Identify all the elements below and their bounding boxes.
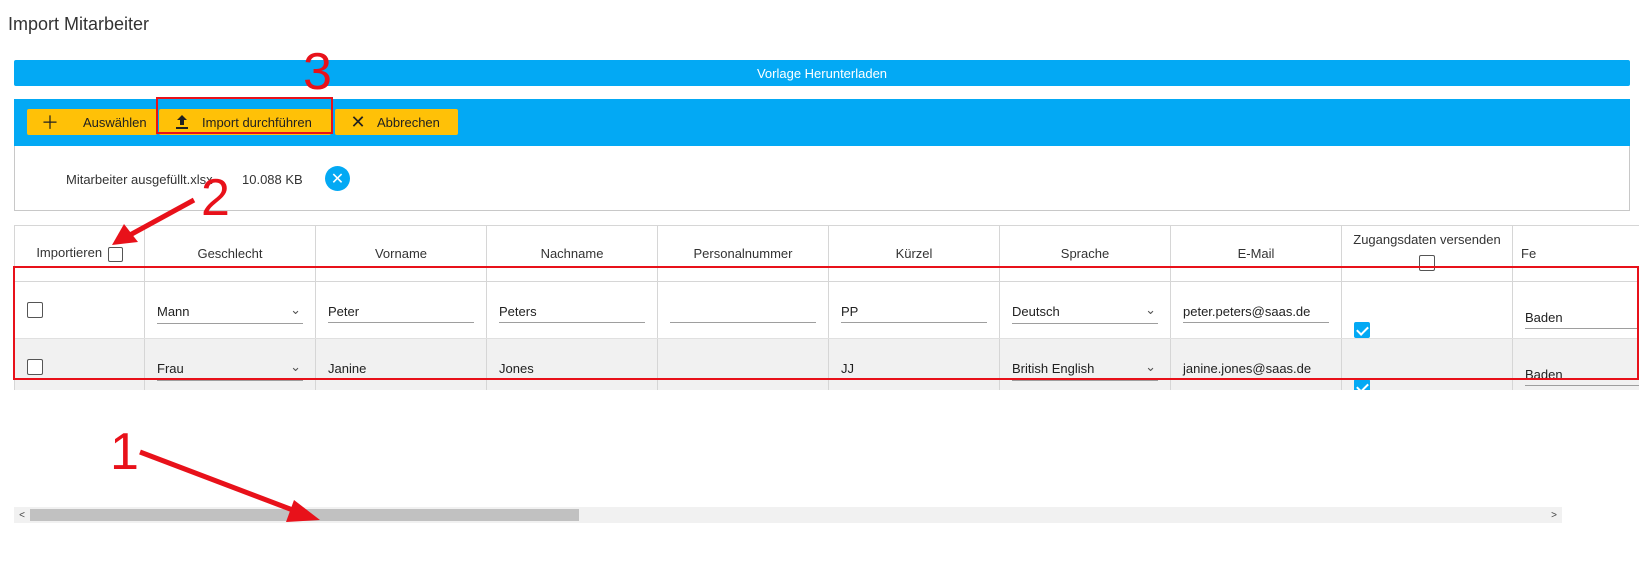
col-header-gender: Geschlecht — [144, 225, 316, 282]
chevron-down-icon: ⌄ — [1145, 359, 1156, 374]
first-name-input[interactable]: Janine — [328, 357, 474, 380]
cancel-label: Abbrechen — [377, 114, 440, 130]
language-select[interactable]: British English ⌄ — [1012, 356, 1158, 381]
last-name-cell: Jones — [486, 338, 658, 390]
file-size: 10.088 KB — [242, 172, 303, 187]
col-header-send-credentials: Zugangsdaten versenden — [1341, 225, 1513, 282]
upload-toolbar: ＋ Auswählen Import durchführen ✕ Abbrech… — [14, 99, 1630, 146]
import-button[interactable]: Import durchführen — [159, 109, 331, 135]
next-cell: Baden — [1512, 338, 1639, 390]
gender-select[interactable]: Frau ⌄ — [157, 356, 303, 381]
cancel-button[interactable]: ✕ Abbrechen — [335, 109, 458, 135]
arrow-1-shaft — [139, 449, 299, 515]
employee-import-grid: Importieren Geschlecht Vorname Nachname … — [14, 225, 1639, 390]
abbreviation-cell: JJ — [828, 338, 1000, 390]
chevron-down-icon: ⌄ — [1145, 302, 1156, 317]
import-label: Import durchführen — [202, 114, 312, 130]
file-name: Mitarbeiter ausgefüllt.xlsx — [66, 172, 213, 187]
next-input[interactable]: Baden — [1525, 363, 1639, 386]
selected-file-panel: Mitarbeiter ausgefüllt.xlsx 10.088 KB ✕ — [14, 146, 1630, 211]
scroll-right-icon[interactable]: > — [1546, 507, 1562, 523]
language-value: Deutsch — [1012, 303, 1060, 319]
gender-select[interactable]: Mann ⌄ — [157, 299, 303, 324]
personnel-no-input[interactable] — [670, 357, 816, 380]
email-input[interactable]: peter.peters@saas.de — [1183, 300, 1329, 323]
col-header-send-credentials-label: Zugangsdaten versenden — [1353, 232, 1501, 247]
first-name-cell: Janine — [315, 338, 487, 390]
chevron-down-icon: ⌄ — [290, 359, 301, 374]
next-input[interactable]: Baden — [1525, 306, 1639, 329]
last-name-cell: Peters — [486, 281, 658, 339]
col-header-email: E-Mail — [1170, 225, 1342, 282]
abbreviation-input[interactable]: JJ — [841, 357, 987, 380]
horizontal-scrollbar[interactable]: < > — [14, 507, 1562, 523]
send-credentials-cell — [1341, 338, 1513, 390]
email-cell: janine.jones@saas.de — [1170, 338, 1342, 390]
select-all-checkbox[interactable] — [107, 246, 123, 262]
remove-file-icon[interactable]: ✕ — [325, 166, 350, 191]
scrollbar-thumb[interactable] — [30, 509, 579, 521]
chevron-down-icon: ⌄ — [290, 302, 301, 317]
col-header-first-name: Vorname — [315, 225, 487, 282]
col-header-last-name: Nachname — [486, 225, 658, 282]
col-header-next: Fe — [1512, 225, 1639, 282]
language-cell: British English ⌄ — [999, 338, 1171, 390]
language-cell: Deutsch ⌄ — [999, 281, 1171, 339]
email-input[interactable]: janine.jones@saas.de — [1183, 357, 1329, 380]
col-header-import: Importieren — [14, 225, 145, 282]
next-cell: Baden — [1512, 281, 1639, 339]
send-credentials-cell — [1341, 281, 1513, 339]
first-name-input[interactable]: Peter — [328, 300, 474, 323]
last-name-input[interactable]: Peters — [499, 300, 645, 323]
send-credentials-all-checkbox[interactable] — [1419, 255, 1435, 271]
personnel-no-input[interactable] — [670, 300, 816, 323]
last-name-input[interactable]: Jones — [499, 357, 645, 380]
row-import-checkbox[interactable] — [27, 302, 43, 318]
gender-cell: Frau ⌄ — [144, 338, 316, 390]
select-file-label: Auswählen — [83, 114, 147, 130]
language-value: British English — [1012, 360, 1095, 376]
personnel-no-cell — [657, 281, 829, 339]
annotation-number-1: 1 — [110, 423, 139, 481]
col-header-language: Sprache — [999, 225, 1171, 282]
page-title: Import Mitarbeiter — [8, 14, 150, 34]
personnel-no-cell — [657, 338, 829, 390]
import-cell — [14, 281, 145, 339]
table-row: Frau ⌄ Janine Jones JJ British English ⌄ j… — [14, 338, 1639, 390]
select-file-button[interactable]: ＋ Auswählen — [27, 109, 157, 135]
row-import-checkbox[interactable] — [27, 359, 43, 375]
abbreviation-cell: PP — [828, 281, 1000, 339]
gender-cell: Mann ⌄ — [144, 281, 316, 339]
table-row: Mann ⌄ Peter Peters PP Deutsch ⌄ peter.pet… — [14, 281, 1639, 339]
send-credentials-checkbox[interactable] — [1354, 322, 1370, 339]
send-credentials-checkbox[interactable] — [1354, 379, 1370, 390]
abbreviation-input[interactable]: PP — [841, 300, 987, 323]
col-header-import-label: Importieren — [36, 245, 103, 261]
email-cell: peter.peters@saas.de — [1170, 281, 1342, 339]
import-cell — [14, 338, 145, 390]
first-name-cell: Peter — [315, 281, 487, 339]
scroll-left-icon[interactable]: < — [14, 507, 30, 523]
header-row: Importieren Geschlecht Vorname Nachname … — [14, 225, 1639, 282]
gender-value: Frau — [157, 360, 184, 376]
language-select[interactable]: Deutsch ⌄ — [1012, 299, 1158, 324]
col-header-abbreviation: Kürzel — [828, 225, 1000, 282]
gender-value: Mann — [157, 303, 190, 319]
download-template-button[interactable]: Vorlage Herunterladen — [14, 60, 1630, 86]
col-header-personnel-no: Personalnummer — [657, 225, 829, 282]
